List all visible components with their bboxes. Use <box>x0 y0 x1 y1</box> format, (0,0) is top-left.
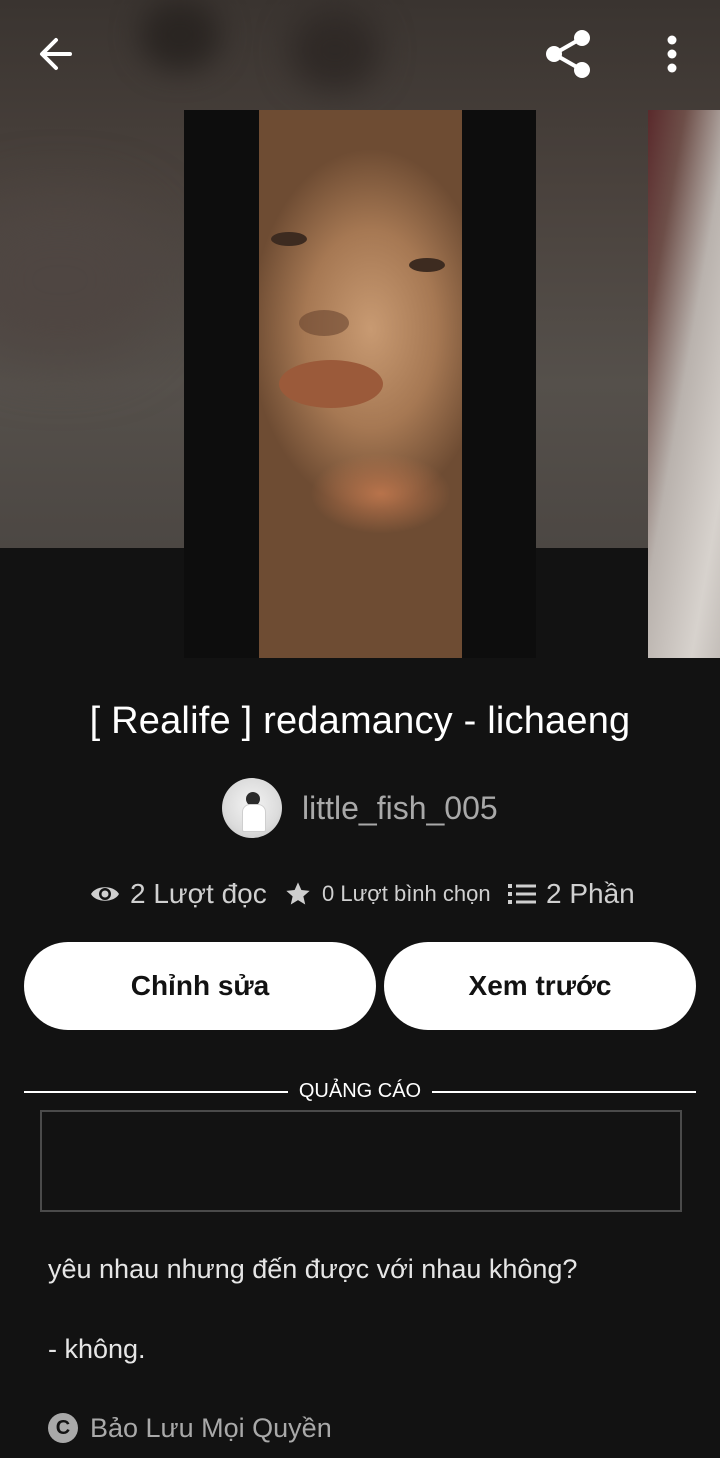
share-icon <box>546 30 590 78</box>
eye-icon <box>91 887 119 901</box>
more-vertical-icon <box>667 35 677 73</box>
votes-count: 0 Lượt bình chọn <box>322 881 491 906</box>
arrow-left-icon <box>40 38 72 70</box>
share-button[interactable] <box>530 18 606 90</box>
parts-count: 2 Phần <box>546 878 635 909</box>
story-cover-image[interactable] <box>184 110 536 658</box>
reads-stat: 2 Lượt đọc <box>90 870 267 918</box>
reads-count: 2 Lượt đọc <box>130 878 267 909</box>
star-icon <box>286 882 310 905</box>
copyright-text: Bảo Lưu Mọi Quyền <box>90 1412 332 1443</box>
list-icon <box>508 884 536 904</box>
author-name[interactable]: little_fish_005 <box>302 790 498 827</box>
ad-slot[interactable] <box>40 1110 682 1212</box>
copyright-notice: C Bảo Lưu Mọi Quyền <box>48 1410 332 1446</box>
description-line-2: - không. <box>48 1334 146 1364</box>
edit-button[interactable]: Chỉnh sửa <box>24 942 376 1030</box>
copyright-icon: C <box>48 1413 78 1443</box>
description-line-1: yêu nhau nhưng đến được với nhau không? <box>48 1254 578 1284</box>
avatar[interactable] <box>222 778 282 838</box>
story-title: [ Realife ] redamancy - lichaeng <box>89 700 631 742</box>
votes-stat: 0 Lượt bình chọn <box>284 870 491 918</box>
back-button[interactable] <box>18 18 94 90</box>
more-options-button[interactable] <box>640 18 704 90</box>
story-stats: 2 Lượt đọc 0 Lượt bình chọn 2 Phần <box>0 870 720 918</box>
next-story-cover-image[interactable] <box>648 110 720 658</box>
author-link[interactable]: little_fish_005 <box>222 778 498 838</box>
ad-divider-right <box>432 1091 696 1093</box>
parts-stat: 2 Phần <box>508 870 635 918</box>
preview-button[interactable]: Xem trước <box>384 942 696 1030</box>
